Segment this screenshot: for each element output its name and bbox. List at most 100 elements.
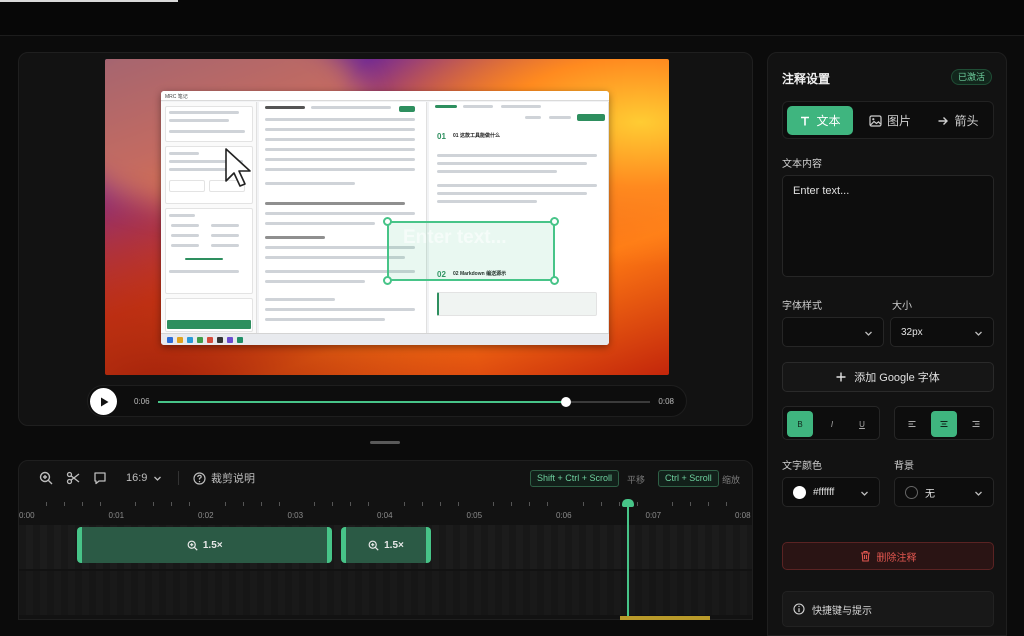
shortcuts-tips-label: 快捷键与提示 bbox=[812, 605, 872, 617]
playhead[interactable] bbox=[626, 499, 629, 619]
shortcuts-tips-button[interactable]: 快捷键与提示 bbox=[782, 591, 994, 627]
video-preview-panel: MRC 笔记 01 01 这款工具能做什么 02 02 Markdown 编送源… bbox=[18, 52, 753, 426]
ruler-tick bbox=[368, 502, 370, 506]
ruler-label: 0:06 bbox=[556, 511, 572, 520]
top-accent bbox=[0, 0, 178, 2]
captured-sidebar bbox=[161, 102, 257, 333]
tab-arrow-label: 箭头 bbox=[954, 114, 979, 128]
ruler-label: 0:05 bbox=[466, 511, 483, 520]
time-ruler[interactable]: 0:00 0:01 0:02 0:03 0:04 0:05 0:06 0:07 0:08 bbox=[19, 497, 752, 525]
ruler-label: 0:02 bbox=[198, 511, 214, 520]
tab-image[interactable]: 图片 bbox=[857, 106, 923, 135]
tab-text[interactable]: 文本 bbox=[787, 106, 853, 135]
add-google-font-button[interactable]: 添加 Google 字体 bbox=[782, 362, 994, 392]
chevron-down-icon bbox=[861, 491, 868, 496]
font-style-select[interactable] bbox=[782, 317, 884, 347]
align-center-button[interactable] bbox=[931, 411, 957, 437]
size-select[interactable]: 32px bbox=[890, 317, 994, 347]
chevron-down-icon bbox=[975, 491, 982, 496]
secondary-track[interactable] bbox=[19, 571, 752, 615]
pan-label: 平移 bbox=[627, 475, 646, 485]
ruler-tick bbox=[242, 502, 244, 506]
pan-shortcut: Shift + Ctrl + Scroll bbox=[530, 470, 620, 487]
comment-icon bbox=[94, 472, 106, 485]
zoom-in-icon bbox=[39, 471, 53, 485]
ruler-tick bbox=[224, 502, 226, 506]
annotation-text: Enter text... bbox=[403, 227, 507, 248]
ruler-tick bbox=[135, 502, 137, 506]
italic-button[interactable]: I bbox=[819, 411, 845, 437]
underline-button[interactable]: U bbox=[849, 411, 875, 437]
ruler-label: 0:00 bbox=[19, 511, 35, 520]
crop-help-button[interactable]: 裁剪说明 bbox=[193, 470, 255, 486]
text-color-value: #ffffff bbox=[813, 486, 835, 498]
ruler-label: 0:08 bbox=[735, 511, 751, 520]
zoom-clip-label: 1.5× bbox=[202, 539, 223, 551]
current-time: 0:06 bbox=[134, 397, 150, 406]
top-bar bbox=[0, 0, 1024, 36]
size-value: 32px bbox=[901, 326, 923, 338]
text-icon bbox=[801, 116, 810, 125]
align-right-button[interactable] bbox=[963, 411, 989, 437]
annotation-box[interactable]: Enter text... bbox=[383, 217, 559, 285]
ruler-tick bbox=[672, 502, 674, 506]
chevron-down-icon bbox=[154, 476, 162, 481]
play-icon bbox=[100, 397, 108, 406]
progress-bar[interactable] bbox=[158, 397, 650, 407]
text-color-label: 文字颜色 bbox=[782, 461, 822, 472]
timeline-toolbar: 16:9 裁剪说明 Shift + Ctrl + Scroll 平移 Ctrl … bbox=[19, 461, 752, 495]
zoom-clip[interactable]: 1.5× bbox=[341, 527, 431, 563]
ruler-tick bbox=[99, 502, 101, 506]
align-center-icon bbox=[940, 421, 948, 427]
crop-help-label: 裁剪说明 bbox=[211, 473, 255, 485]
delete-annotation-button[interactable]: 删除注释 bbox=[782, 542, 994, 570]
plus-icon bbox=[836, 372, 846, 382]
text-color-select[interactable]: #ffffff bbox=[782, 477, 880, 507]
ruler-tick bbox=[171, 502, 173, 506]
ruler-tick bbox=[618, 502, 620, 506]
ruler-tick bbox=[332, 502, 334, 506]
bold-button[interactable]: B bbox=[787, 411, 813, 437]
ruler-tick bbox=[350, 502, 352, 506]
size-label: 大小 bbox=[892, 301, 912, 312]
playhead-handle[interactable] bbox=[621, 499, 634, 507]
captured-taskbar bbox=[161, 333, 609, 345]
color-swatch bbox=[793, 485, 806, 499]
trash-icon bbox=[860, 550, 870, 562]
align-left-button[interactable] bbox=[899, 411, 925, 437]
image-icon bbox=[869, 114, 882, 127]
aspect-ratio-select[interactable]: 16:9 bbox=[126, 470, 162, 486]
zoom-clip-label: 1.5× bbox=[384, 539, 404, 551]
tab-image-label: 图片 bbox=[886, 114, 911, 128]
captured-window-title: MRC 笔记 bbox=[161, 91, 609, 101]
ruler-tick bbox=[726, 502, 728, 506]
text-content-input[interactable] bbox=[782, 175, 994, 277]
ruler-tick bbox=[493, 502, 495, 506]
panel-resize-handle[interactable] bbox=[370, 441, 400, 444]
captured-editor bbox=[259, 102, 427, 333]
ruler-tick bbox=[690, 502, 692, 506]
video-frame[interactable]: MRC 笔记 01 01 这款工具能做什么 02 02 Markdown 编送源… bbox=[105, 59, 669, 375]
total-time: 0:08 bbox=[658, 397, 674, 406]
background-value: 无 bbox=[925, 488, 935, 500]
delete-annotation-label: 删除注释 bbox=[876, 552, 917, 564]
ruler-tick bbox=[708, 502, 710, 506]
annotation-type-tabs: 文本 图片 箭头 bbox=[782, 101, 994, 139]
aspect-ratio-value: 16:9 bbox=[126, 472, 148, 484]
ruler-tick bbox=[421, 502, 423, 506]
progress-fill bbox=[158, 401, 567, 403]
chevron-down-icon bbox=[975, 331, 982, 336]
font-style-label: 字体样式 bbox=[782, 301, 822, 312]
zoom-clip[interactable]: 1.5× bbox=[77, 527, 333, 563]
comment-button[interactable] bbox=[93, 470, 107, 486]
ruler-label: 0:07 bbox=[645, 511, 662, 520]
arrow-right-icon bbox=[938, 116, 949, 125]
progress-knob[interactable] bbox=[561, 397, 572, 407]
ruler-tick bbox=[45, 502, 47, 506]
tab-arrow[interactable]: 箭头 bbox=[925, 106, 991, 135]
ruler-tick bbox=[600, 502, 602, 506]
background-select[interactable]: 无 bbox=[894, 477, 994, 507]
zoom-in-button[interactable] bbox=[39, 470, 53, 486]
cut-button[interactable] bbox=[66, 470, 80, 486]
play-button[interactable] bbox=[90, 388, 117, 415]
